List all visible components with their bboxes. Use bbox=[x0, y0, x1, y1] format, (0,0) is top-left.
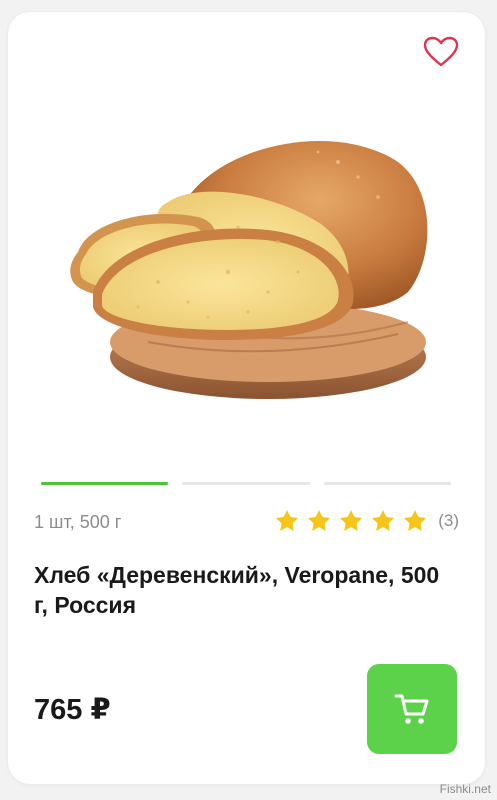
rating[interactable]: (3) bbox=[274, 508, 459, 534]
watermark: Fishki.net bbox=[439, 782, 491, 796]
star-icon bbox=[276, 509, 299, 531]
favorite-button[interactable] bbox=[423, 36, 459, 68]
product-title[interactable]: Хлеб «Деревенский», Veropane, 500 г, Рос… bbox=[34, 560, 454, 620]
add-to-cart-button[interactable] bbox=[367, 664, 457, 754]
bread-image bbox=[70, 140, 428, 399]
carousel-dot-1[interactable] bbox=[41, 482, 169, 485]
carousel-dot-3[interactable] bbox=[323, 482, 451, 485]
product-card[interactable]: 1 шт, 500 г (3) Хлеб «Деревенский», Vero… bbox=[8, 12, 485, 784]
product-image[interactable] bbox=[38, 102, 458, 422]
rating-count: (3) bbox=[438, 511, 459, 530]
product-weight: 1 шт, 500 г bbox=[34, 512, 122, 532]
image-carousel-indicator bbox=[41, 482, 451, 486]
page: 1 шт, 500 г (3) Хлеб «Деревенский», Vero… bbox=[0, 0, 497, 800]
star-icon bbox=[404, 509, 427, 531]
heart-icon bbox=[423, 36, 459, 67]
shopping-cart-icon bbox=[394, 694, 429, 724]
carousel-dot-2[interactable] bbox=[182, 482, 310, 485]
product-price: 765 ₽ bbox=[34, 694, 111, 726]
star-icon bbox=[372, 509, 395, 531]
star-icon bbox=[340, 509, 363, 531]
star-icon bbox=[308, 509, 331, 531]
